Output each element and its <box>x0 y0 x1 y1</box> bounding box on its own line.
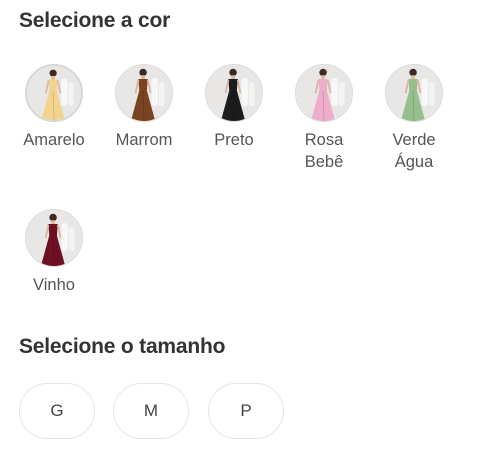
dress-illustration <box>296 65 352 121</box>
dress-illustration <box>27 66 81 120</box>
color-label-rosa-bebe: Rosa Bebê <box>304 131 344 171</box>
pink-dress-thumbnail <box>295 64 353 122</box>
color-swatch-rosa-bebe[interactable]: Rosa Bebê <box>279 64 369 173</box>
size-button-g[interactable]: G <box>19 383 95 439</box>
dress-illustration <box>206 65 262 121</box>
dress-illustration <box>116 65 172 121</box>
color-label-verde-agua: Verde Água <box>392 131 436 171</box>
dress-illustration <box>26 210 82 266</box>
size-section-heading: Selecione o tamanho <box>19 335 226 358</box>
color-label-marrom: Marrom <box>115 131 173 149</box>
dress-illustration <box>386 65 442 121</box>
black-dress-thumbnail <box>205 64 263 122</box>
color-label-preto: Preto <box>214 131 254 149</box>
size-button-m[interactable]: M <box>113 383 189 439</box>
green-dress-thumbnail <box>385 64 443 122</box>
brown-dress-thumbnail <box>115 64 173 122</box>
wine-dress-thumbnail <box>25 209 83 267</box>
color-swatch-amarelo[interactable]: Amarelo <box>9 64 99 151</box>
color-swatch-marrom[interactable]: Marrom <box>99 64 189 151</box>
color-label-vinho: Vinho <box>33 276 75 294</box>
color-section-heading: Selecione a cor <box>19 9 171 32</box>
color-swatch-preto[interactable]: Preto <box>189 64 279 151</box>
color-label-amarelo: Amarelo <box>23 131 85 149</box>
yellow-dress-thumbnail <box>25 64 83 122</box>
color-swatch-verde-agua[interactable]: Verde Água <box>369 64 459 173</box>
color-swatch-vinho[interactable]: Vinho <box>9 209 99 296</box>
size-button-p[interactable]: P <box>208 383 284 439</box>
